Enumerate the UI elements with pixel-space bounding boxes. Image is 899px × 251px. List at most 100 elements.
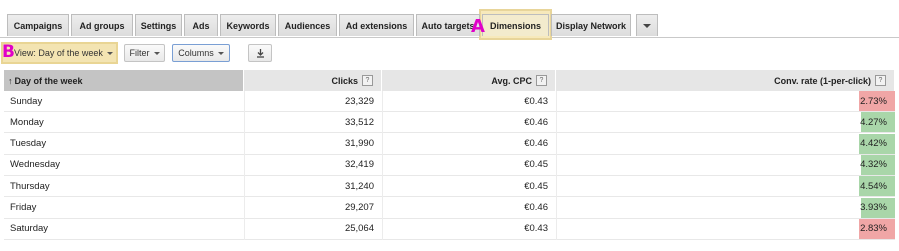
cell-avg-cpc-value: €0.43 bbox=[524, 95, 548, 107]
cell-clicks: 29,207 bbox=[244, 198, 382, 218]
cell-conv-rate-value: 2.83% bbox=[860, 223, 887, 235]
tab-audiences[interactable]: Audiences bbox=[278, 14, 337, 36]
cell-avg-cpc-value: €0.46 bbox=[524, 138, 548, 150]
cell-clicks-value: 25,064 bbox=[344, 223, 374, 235]
chevron-down-icon bbox=[643, 23, 651, 28]
cell-clicks-value: 32,419 bbox=[344, 159, 374, 171]
column-divider bbox=[382, 91, 383, 240]
tab-settings[interactable]: Settings bbox=[135, 14, 182, 36]
cell-conv-rate: 4.27% bbox=[556, 112, 895, 133]
table-row: Tuesday 31,990 €0.46 4.42% bbox=[4, 133, 895, 155]
column-header-avg-cpc-label: Avg. CPC bbox=[491, 75, 532, 86]
cell-day: Wednesday bbox=[4, 155, 244, 175]
cell-conv-rate-value: 4.42% bbox=[860, 138, 887, 150]
cell-day: Saturday bbox=[4, 219, 244, 239]
cell-conv-rate: 4.32% bbox=[556, 154, 895, 175]
cell-conv-rate: 4.54% bbox=[556, 176, 895, 197]
cell-avg-cpc-value: €0.45 bbox=[524, 180, 548, 192]
table-row: Friday 29,207 €0.46 3.93% bbox=[4, 197, 895, 219]
cell-clicks-value: 29,207 bbox=[344, 202, 374, 213]
cell-day-value: Tuesday bbox=[10, 138, 47, 150]
chevron-down-icon bbox=[217, 51, 224, 55]
help-icon[interactable]: ? bbox=[536, 75, 547, 86]
tab-campaigns[interactable]: Campaigns bbox=[7, 14, 69, 36]
cell-day: Monday bbox=[4, 112, 244, 132]
cell-day-value: Thursday bbox=[10, 180, 50, 192]
chevron-down-icon bbox=[153, 51, 160, 55]
column-header-clicks-label: Clicks bbox=[331, 75, 358, 86]
cell-day-value: Wednesday bbox=[10, 159, 60, 171]
sort-ascending-icon: ↑ bbox=[8, 75, 13, 86]
cell-avg-cpc: €0.46 bbox=[382, 198, 556, 218]
cell-clicks-value: 31,990 bbox=[344, 138, 374, 150]
cell-day: Thursday bbox=[4, 176, 244, 196]
cell-avg-cpc-value: €0.46 bbox=[524, 116, 548, 128]
cell-conv-rate-value: 2.73% bbox=[860, 95, 887, 107]
cell-clicks-value: 33,512 bbox=[344, 116, 374, 128]
tab-dimensions[interactable]: Dimensions bbox=[482, 14, 549, 36]
view-dropdown-label: View: Day of the week bbox=[14, 48, 103, 58]
chevron-down-icon bbox=[106, 51, 113, 55]
columns-button[interactable]: Columns bbox=[172, 44, 230, 62]
column-header-conv-rate[interactable]: Conv. rate (1-per-click) ? bbox=[556, 70, 895, 91]
cell-day-value: Monday bbox=[10, 116, 44, 128]
column-header-clicks[interactable]: Clicks ? bbox=[244, 70, 382, 91]
cell-clicks: 31,990 bbox=[244, 134, 382, 154]
tab-bar: Campaigns Ad groups Settings Ads Keyword… bbox=[0, 0, 899, 40]
help-icon[interactable]: ? bbox=[362, 75, 373, 86]
cell-avg-cpc-value: €0.46 bbox=[524, 202, 548, 213]
cell-avg-cpc: €0.43 bbox=[382, 91, 556, 111]
cell-avg-cpc-value: €0.45 bbox=[524, 159, 548, 171]
cell-conv-rate-value: 4.27% bbox=[860, 116, 887, 128]
cell-conv-rate-value: 3.93% bbox=[860, 202, 887, 213]
tab-ad-groups[interactable]: Ad groups bbox=[71, 14, 133, 36]
cell-day: Friday bbox=[4, 198, 244, 218]
column-header-conv-rate-label: Conv. rate (1-per-click) bbox=[774, 75, 871, 86]
table-row: Thursday 31,240 €0.45 4.54% bbox=[4, 176, 895, 198]
column-divider bbox=[244, 91, 245, 240]
columns-button-label: Columns bbox=[178, 48, 214, 58]
cell-avg-cpc: €0.46 bbox=[382, 134, 556, 154]
view-dropdown[interactable]: View: Day of the week bbox=[14, 44, 113, 62]
column-divider bbox=[556, 91, 557, 240]
column-header-day[interactable]: ↑ Day of the week bbox=[4, 70, 244, 91]
filter-button-label: Filter bbox=[129, 48, 150, 58]
cell-conv-rate: 2.73% bbox=[556, 91, 895, 111]
more-tabs-button[interactable] bbox=[636, 14, 658, 36]
cell-conv-rate: 2.83% bbox=[556, 218, 895, 239]
tab-ads[interactable]: Ads bbox=[184, 14, 218, 36]
cell-conv-rate-value: 4.54% bbox=[860, 180, 887, 192]
callout-a: A bbox=[471, 16, 485, 37]
help-icon[interactable]: ? bbox=[875, 75, 886, 86]
cell-clicks: 32,419 bbox=[244, 155, 382, 175]
download-button[interactable] bbox=[248, 44, 272, 62]
cell-avg-cpc-value: €0.43 bbox=[524, 223, 548, 235]
cell-clicks-value: 23,329 bbox=[344, 95, 374, 107]
table-row: Wednesday 32,419 €0.45 4.32% bbox=[4, 154, 895, 176]
table-row: Sunday 23,329 €0.43 2.73% bbox=[4, 91, 895, 112]
column-header-day-label: Day of the week bbox=[14, 75, 83, 86]
cell-day-value: Friday bbox=[10, 202, 37, 213]
cell-clicks: 23,329 bbox=[244, 91, 382, 111]
cell-day-value: Saturday bbox=[10, 223, 49, 235]
cell-clicks: 25,064 bbox=[244, 219, 382, 239]
tab-ad-extensions[interactable]: Ad extensions bbox=[339, 14, 414, 36]
cell-conv-rate: 4.42% bbox=[556, 133, 895, 154]
cell-conv-rate: 3.93% bbox=[556, 197, 895, 218]
cell-conv-rate-value: 4.32% bbox=[860, 159, 887, 171]
cell-day-value: Sunday bbox=[10, 95, 43, 107]
cell-clicks-value: 31,240 bbox=[344, 180, 374, 192]
cell-avg-cpc: €0.45 bbox=[382, 176, 556, 196]
table-row: Monday 33,512 €0.46 4.27% bbox=[4, 112, 895, 134]
tab-display-network[interactable]: Display Network bbox=[551, 14, 631, 36]
cell-day: Tuesday bbox=[4, 134, 244, 154]
table-row: Saturday 25,064 €0.43 2.83% bbox=[4, 218, 895, 240]
cell-avg-cpc: €0.43 bbox=[382, 219, 556, 239]
tab-keywords[interactable]: Keywords bbox=[220, 14, 276, 36]
cell-avg-cpc: €0.46 bbox=[382, 112, 556, 132]
cell-avg-cpc: €0.45 bbox=[382, 155, 556, 175]
column-header-avg-cpc[interactable]: Avg. CPC ? bbox=[382, 70, 556, 91]
download-icon bbox=[256, 49, 264, 58]
filter-button[interactable]: Filter bbox=[124, 44, 165, 62]
cell-clicks: 31,240 bbox=[244, 176, 382, 196]
